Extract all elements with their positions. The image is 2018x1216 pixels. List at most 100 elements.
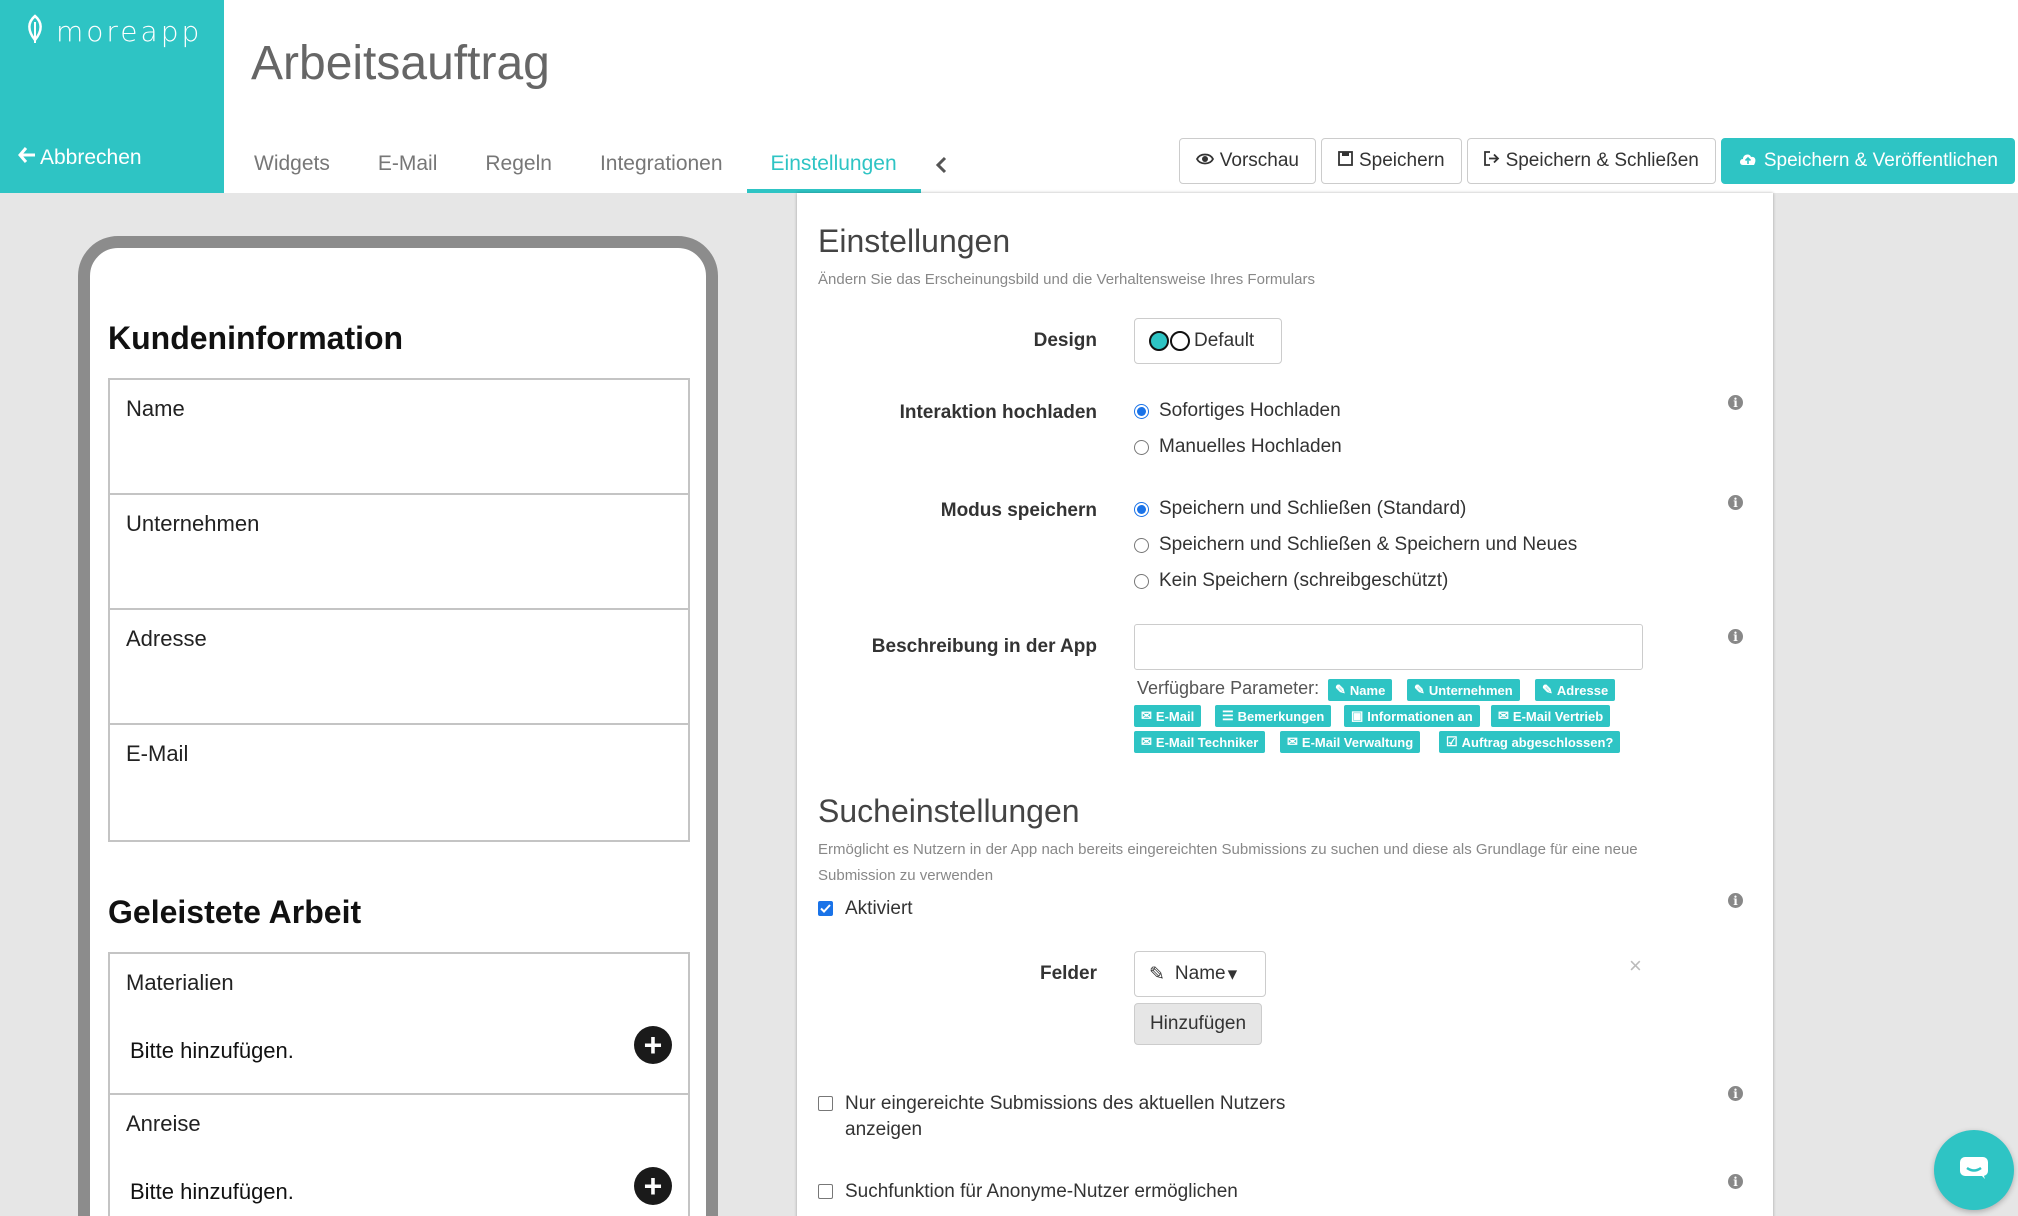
- param-chip-remarks[interactable]: ☰ Bemerkungen: [1215, 705, 1332, 727]
- add-materials-icon[interactable]: +: [634, 1026, 672, 1064]
- preview-button[interactable]: Vorschau: [1178, 138, 1316, 184]
- envelope-icon: ✉: [1141, 734, 1152, 749]
- tabs-collapse-button[interactable]: [921, 138, 961, 193]
- param-chip-address[interactable]: ✎ Adresse: [1535, 679, 1616, 701]
- travel-label: Anreise: [126, 1111, 201, 1136]
- search-subtitle-line1: Ermöglicht es Nutzern in der App nach be…: [818, 841, 1638, 858]
- info-icon[interactable]: i: [1728, 395, 1743, 410]
- add-travel-icon[interactable]: +: [634, 1167, 672, 1205]
- tab-widgets[interactable]: Widgets: [230, 138, 354, 193]
- upload-option-manual[interactable]: Manuelles Hochladen: [1134, 436, 1342, 458]
- info-icon[interactable]: i: [1728, 893, 1743, 908]
- preview-field-email[interactable]: E-Mail: [110, 725, 688, 840]
- save-publish-label: Speichern & Veröffentlichen: [1763, 150, 1998, 171]
- radio-save-close[interactable]: [1134, 501, 1149, 517]
- description-input[interactable]: [1134, 624, 1643, 670]
- info-icon[interactable]: i: [1728, 629, 1743, 644]
- envelope-icon: ✉: [1141, 708, 1152, 723]
- save-label: Speichern: [1359, 150, 1445, 171]
- preview-field-company[interactable]: Unternehmen: [110, 495, 688, 610]
- preview-field-travel[interactable]: Anreise Bitte hinzufügen. +: [110, 1095, 688, 1216]
- save-mode-option-3-label: Kein Speichern (schreibgeschützt): [1159, 570, 1449, 591]
- save-close-label: Speichern & Schließen: [1505, 150, 1699, 171]
- param-chip-job-complete[interactable]: ☑ Auftrag abgeschlossen?: [1439, 731, 1621, 753]
- upload-label: Interaktion hochladen: [899, 402, 1097, 423]
- sign-out-icon: [1483, 150, 1500, 172]
- cloud-upload-icon: [1738, 150, 1758, 172]
- save-mode-label: Modus speichern: [940, 500, 1097, 521]
- param-chip-label: Adresse: [1556, 682, 1609, 698]
- save-mode-option-2[interactable]: Speichern und Schließen & Speichern und …: [1134, 534, 1577, 556]
- own-submissions-label: Nur eingereichte Submissions des aktuell…: [845, 1091, 1285, 1143]
- save-publish-button[interactable]: Speichern & Veröffentlichen: [1720, 138, 2015, 184]
- chat-icon: [1959, 1156, 1989, 1185]
- list-icon: ☰: [1222, 708, 1234, 723]
- select-icon: ▣: [1351, 708, 1364, 723]
- design-label: Design: [1033, 330, 1097, 351]
- preview-field-name[interactable]: Name: [110, 380, 688, 495]
- design-button[interactable]: Default: [1134, 318, 1282, 364]
- save-button[interactable]: Speichern: [1321, 138, 1462, 184]
- save-mode-option-1[interactable]: Speichern und Schließen (Standard): [1134, 498, 1466, 520]
- materials-label: Materialien: [126, 970, 234, 995]
- tab-rules[interactable]: Regeln: [461, 138, 576, 193]
- remove-field-icon[interactable]: ×: [1629, 953, 1642, 979]
- logo-text: moreapp: [56, 15, 203, 48]
- materials-hint: Bitte hinzufügen.: [130, 1038, 294, 1063]
- edit-icon: ✎: [1542, 682, 1553, 697]
- param-chip-label: E-Mail: [1155, 708, 1195, 724]
- description-label: Beschreibung in der App: [871, 636, 1097, 657]
- tab-settings[interactable]: Einstellungen: [746, 138, 921, 193]
- top-header: moreapp Abbrechen Arbeitsauftrag Widgets…: [0, 0, 2018, 193]
- info-icon[interactable]: i: [1728, 495, 1743, 510]
- preview-field-address[interactable]: Adresse: [110, 610, 688, 725]
- section-title-customer: Kundeninformation: [108, 320, 404, 356]
- section-title-work: Geleistete Arbeit: [108, 894, 362, 930]
- field-dropdown[interactable]: ✎ Name ▾: [1134, 951, 1266, 997]
- customer-fields: Name Unternehmen Adresse E-Mail: [108, 378, 690, 842]
- param-chip-info-to[interactable]: ▣ Informationen an: [1344, 705, 1480, 727]
- fields-label: Felder: [1039, 963, 1097, 984]
- settings-panel: Einstellungen Ändern Sie das Erscheinung…: [797, 193, 1773, 1216]
- page-title: Arbeitsauftrag: [251, 37, 550, 90]
- radio-readonly[interactable]: [1134, 573, 1149, 589]
- search-subtitle-line2: Submission zu verwenden: [818, 867, 994, 884]
- info-icon[interactable]: i: [1728, 1174, 1743, 1189]
- checkbox-anonymous[interactable]: [818, 1184, 833, 1199]
- param-chip-email-tech[interactable]: ✉ E-Mail Techniker: [1134, 731, 1266, 753]
- cancel-button[interactable]: Abbrechen: [18, 146, 142, 170]
- logo: moreapp: [24, 14, 202, 49]
- checkbox-enabled[interactable]: [818, 901, 833, 916]
- brand-panel: moreapp Abbrechen: [0, 0, 224, 193]
- checkbox-own-submissions[interactable]: [818, 1096, 833, 1111]
- param-chip-email[interactable]: ✉ E-Mail: [1134, 705, 1202, 727]
- eye-icon: [1195, 150, 1214, 172]
- tab-integrations[interactable]: Integrationen: [576, 138, 747, 193]
- form-preview: Kundeninformation Name Unternehmen Adres…: [108, 320, 690, 1216]
- chat-launcher-button[interactable]: [1934, 1130, 2014, 1210]
- save-close-button[interactable]: Speichern & Schließen: [1466, 138, 1716, 184]
- param-chip-label: Name: [1349, 682, 1386, 698]
- envelope-icon: ✉: [1498, 708, 1509, 723]
- own-submissions-checkbox[interactable]: Nur eingereichte Submissions des aktuell…: [818, 1091, 1285, 1143]
- add-field-button[interactable]: Hinzufügen: [1134, 1003, 1262, 1045]
- envelope-icon: ✉: [1287, 734, 1298, 749]
- own-submissions-line1: Nur eingereichte Submissions des aktuell…: [845, 1093, 1286, 1114]
- param-chip-email-admin[interactable]: ✉ E-Mail Verwaltung: [1280, 731, 1421, 753]
- tab-email[interactable]: E-Mail: [354, 138, 462, 193]
- radio-manual[interactable]: [1134, 439, 1149, 455]
- param-chip-email-sales[interactable]: ✉ E-Mail Vertrieb: [1491, 705, 1611, 727]
- search-enabled-checkbox[interactable]: Aktiviert: [818, 896, 913, 922]
- save-mode-option-1-label: Speichern und Schließen (Standard): [1159, 498, 1467, 519]
- edit-icon: ✎: [1414, 682, 1425, 697]
- radio-instant[interactable]: [1134, 403, 1149, 419]
- save-mode-option-3[interactable]: Kein Speichern (schreibgeschützt): [1134, 570, 1448, 592]
- preview-field-materials[interactable]: Materialien Bitte hinzufügen. +: [110, 954, 688, 1095]
- info-icon[interactable]: i: [1728, 1086, 1743, 1101]
- radio-save-close-new[interactable]: [1134, 537, 1149, 553]
- cancel-label: Abbrechen: [40, 146, 142, 169]
- upload-option-instant[interactable]: Sofortiges Hochladen: [1134, 400, 1341, 422]
- param-chip-name[interactable]: ✎ Name: [1328, 679, 1393, 701]
- anonymous-search-checkbox[interactable]: Suchfunktion für Anonyme-Nutzer ermöglic…: [818, 1179, 1238, 1205]
- param-chip-company[interactable]: ✎ Unternehmen: [1407, 679, 1520, 701]
